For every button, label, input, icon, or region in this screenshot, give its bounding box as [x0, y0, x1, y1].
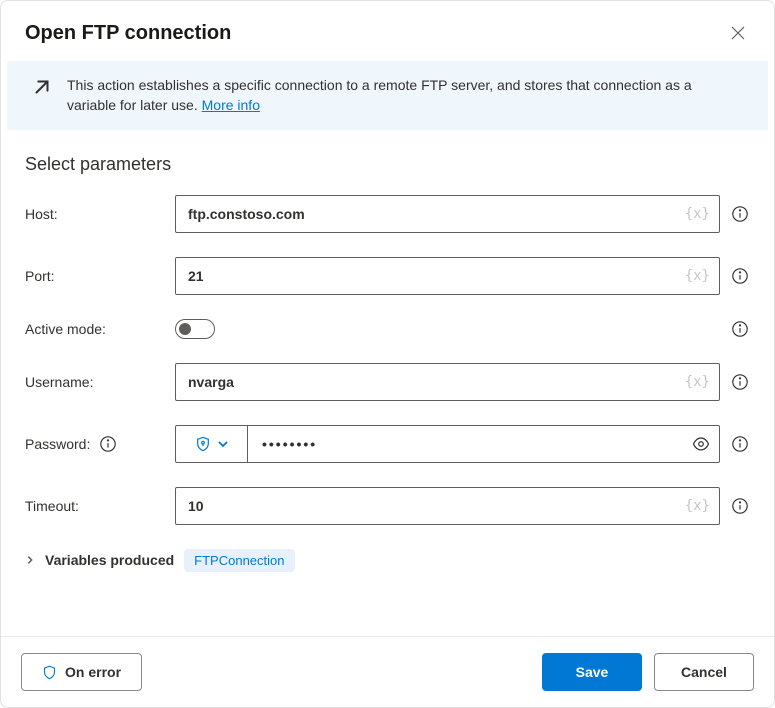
username-label: Username: — [25, 374, 175, 390]
dialog-footer: On error Save Cancel — [1, 636, 774, 707]
row-username: Username: {x} — [25, 363, 750, 401]
chevron-down-icon — [217, 438, 229, 450]
host-input[interactable] — [175, 195, 720, 233]
password-input[interactable] — [247, 425, 720, 463]
row-password: Password: — [25, 425, 750, 463]
variables-produced-row[interactable]: Variables produced FTPConnection — [25, 549, 750, 572]
password-label-text: Password: — [25, 436, 90, 452]
info-text: This action establishes a specific conne… — [67, 75, 744, 116]
port-input[interactable] — [175, 257, 720, 295]
info-banner: This action establishes a specific conne… — [7, 61, 768, 130]
section-title: Select parameters — [25, 154, 750, 175]
info-text-body: This action establishes a specific conne… — [67, 77, 692, 113]
host-info-icon[interactable] — [730, 205, 750, 223]
password-label: Password: — [25, 435, 175, 453]
cancel-button[interactable]: Cancel — [654, 653, 754, 691]
shield-outline-icon — [42, 665, 57, 680]
timeout-input[interactable] — [175, 487, 720, 525]
dialog: Open FTP connection This action establis… — [0, 0, 775, 708]
variables-produced-label: Variables produced — [45, 552, 174, 568]
password-label-info-icon[interactable] — [98, 435, 118, 453]
on-error-label: On error — [65, 664, 121, 680]
row-host: Host: {x} — [25, 195, 750, 233]
active-mode-label: Active mode: — [25, 321, 175, 337]
dialog-title: Open FTP connection — [25, 22, 231, 45]
port-label: Port: — [25, 268, 175, 284]
host-label: Host: — [25, 206, 175, 222]
variable-chip[interactable]: FTPConnection — [184, 549, 294, 572]
password-type-dropdown[interactable] — [175, 425, 247, 463]
toggle-knob — [179, 323, 191, 335]
close-icon — [730, 25, 746, 41]
username-info-icon[interactable] — [730, 373, 750, 391]
row-port: Port: {x} — [25, 257, 750, 295]
arrow-icon — [31, 76, 53, 98]
shield-icon — [195, 436, 211, 452]
row-active-mode: Active mode: — [25, 319, 750, 339]
more-info-link[interactable]: More info — [202, 97, 260, 113]
row-timeout: Timeout: {x} — [25, 487, 750, 525]
save-button[interactable]: Save — [542, 653, 642, 691]
password-info-icon[interactable] — [730, 435, 750, 453]
eye-icon[interactable] — [692, 435, 710, 453]
chevron-right-icon — [25, 555, 35, 565]
on-error-button[interactable]: On error — [21, 653, 142, 691]
timeout-label: Timeout: — [25, 498, 175, 514]
close-button[interactable] — [726, 21, 750, 45]
active-mode-toggle[interactable] — [175, 319, 215, 339]
content: Select parameters Host: {x} Port: {x} — [1, 130, 774, 636]
dialog-header: Open FTP connection — [1, 1, 774, 61]
active-mode-info-icon[interactable] — [730, 320, 750, 338]
timeout-info-icon[interactable] — [730, 497, 750, 515]
port-info-icon[interactable] — [730, 267, 750, 285]
username-input[interactable] — [175, 363, 720, 401]
